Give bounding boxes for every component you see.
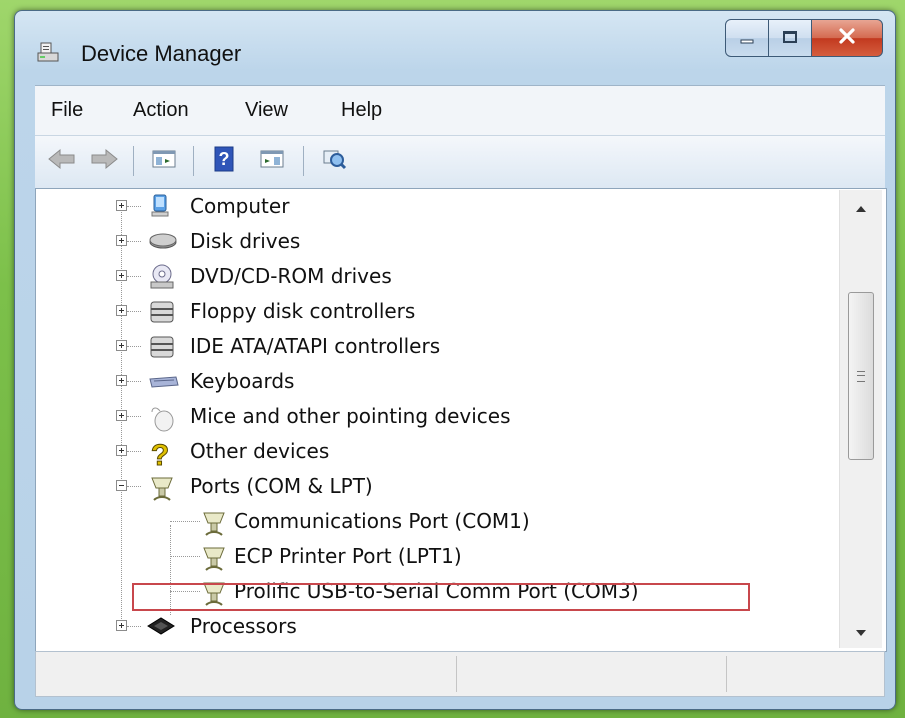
scroll-down-arrow-icon [855, 622, 867, 641]
expand-button[interactable] [116, 270, 127, 281]
expand-button[interactable] [116, 375, 127, 386]
port-icon [200, 544, 226, 571]
toolbar-separator [193, 146, 194, 176]
device-manager-icon [35, 39, 61, 65]
scan-hardware-changes-button[interactable] [317, 146, 351, 176]
show-hide-action-pane-button[interactable] [255, 146, 289, 176]
mouse-icon [148, 404, 174, 432]
highlight-annotation [132, 583, 750, 611]
expand-button[interactable] [116, 445, 127, 456]
tree-item-label: Computer [190, 194, 290, 218]
collapse-button[interactable] [116, 480, 127, 491]
menu-bar: File Action View Help [35, 85, 885, 136]
port-icon [200, 509, 226, 536]
tree-item-label: DVD/CD-ROM drives [190, 264, 392, 288]
window-title: Device Manager [81, 41, 242, 66]
menu-file[interactable]: File [51, 99, 83, 122]
caption-buttons [725, 19, 883, 59]
show-hide-console-tree-button[interactable] [147, 146, 181, 176]
toolbar-separator [133, 146, 134, 176]
toolbar-separator [303, 146, 304, 176]
vertical-scrollbar[interactable] [839, 190, 882, 648]
svg-text:?: ? [219, 149, 230, 169]
back-arrow-icon [47, 148, 77, 174]
minimize-button[interactable] [725, 19, 769, 57]
expand-button[interactable] [116, 340, 127, 351]
tree-item-label: ECP Printer Port (LPT1) [234, 544, 462, 568]
tree-item-label: Ports (COM & LPT) [190, 474, 373, 498]
title-bar[interactable]: Device Manager [15, 11, 895, 85]
back-button[interactable] [45, 146, 79, 176]
tree-item-label: IDE ATA/ATAPI controllers [190, 334, 441, 358]
show-hide-action-pane-icon [259, 148, 285, 174]
tree-item-label: Floppy disk controllers [190, 299, 416, 323]
keyboard-icon [148, 369, 179, 393]
scroll-up-arrow-icon [855, 198, 867, 217]
disk-drive-icon [148, 229, 177, 253]
menu-action[interactable]: Action [133, 99, 189, 122]
expand-button[interactable] [116, 410, 127, 421]
help-button[interactable]: ? [207, 146, 241, 176]
device-manager-window: Device Manager File Action View Help ? C… [14, 10, 896, 710]
status-bar [35, 651, 885, 697]
computer-icon [148, 194, 174, 218]
processor-icon [146, 614, 175, 638]
svg-text:?: ? [151, 439, 169, 469]
unknown-device-icon: ? [146, 439, 172, 473]
tree-item-label: Communications Port (COM1) [234, 509, 530, 533]
forward-arrow-icon [89, 148, 119, 174]
tree-item-label: Mice and other pointing devices [190, 404, 511, 428]
menu-view[interactable]: View [245, 99, 288, 122]
status-pane [456, 656, 727, 692]
scrollbar-thumb[interactable] [848, 292, 874, 460]
scroll-down-button[interactable] [840, 614, 882, 648]
port-icon [148, 474, 174, 501]
help-icon: ? [213, 146, 235, 176]
close-icon [838, 28, 856, 48]
scan-hardware-changes-icon [321, 147, 347, 175]
dvd-drive-icon [148, 264, 174, 289]
maximize-button[interactable] [768, 19, 812, 57]
maximize-icon [782, 29, 798, 48]
menu-help[interactable]: Help [341, 99, 382, 122]
scroll-up-button[interactable] [840, 190, 882, 224]
tree-item-label: Processors [190, 614, 297, 638]
expand-button[interactable] [116, 305, 127, 316]
status-pane [36, 656, 457, 692]
tree-item-label: Other devices [190, 439, 330, 463]
close-button[interactable] [811, 19, 883, 57]
tree-item-label: Disk drives [190, 229, 301, 253]
forward-button[interactable] [87, 146, 121, 176]
expand-button[interactable] [116, 620, 127, 631]
controller-icon [148, 299, 174, 323]
controller-icon [148, 334, 174, 358]
expand-button[interactable] [116, 235, 127, 246]
minimize-icon [739, 29, 755, 48]
show-hide-console-tree-icon [151, 148, 177, 174]
grip-icon [857, 370, 865, 382]
expand-button[interactable] [116, 200, 127, 211]
tree-item-label: Keyboards [190, 369, 295, 393]
toolbar: ? [35, 135, 885, 189]
